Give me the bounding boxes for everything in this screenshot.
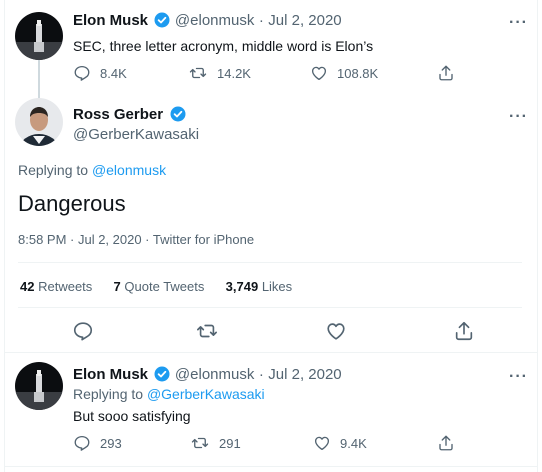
replying-to-link[interactable]: @GerberKawasaki bbox=[147, 386, 265, 402]
reply-header: Elon Musk @elonmusk · Jul 2, 2020 bbox=[73, 366, 342, 387]
reply-icon bbox=[73, 322, 93, 341]
likes-count: 3,749 bbox=[225, 279, 259, 294]
retweet-icon bbox=[191, 437, 209, 449]
separator-dot: · bbox=[258, 12, 264, 29]
reply-button[interactable]: 8.4K bbox=[73, 64, 127, 82]
reply-icon bbox=[74, 435, 90, 451]
more-icon[interactable]: ··· bbox=[509, 109, 528, 125]
retweets-count: 42 bbox=[20, 279, 35, 294]
avatar-ross-gerber[interactable] bbox=[15, 98, 63, 146]
verified-badge-icon bbox=[154, 366, 170, 387]
retweet-count: 291 bbox=[219, 435, 241, 451]
divider bbox=[5, 466, 537, 467]
main-author-name-row: Ross Gerber bbox=[73, 106, 186, 127]
heart-icon bbox=[327, 323, 345, 340]
divider bbox=[5, 352, 537, 353]
avatar-elon-musk[interactable] bbox=[15, 12, 63, 60]
retweet-count: 14.2K bbox=[217, 65, 251, 81]
author-name[interactable]: Ross Gerber bbox=[73, 106, 163, 123]
more-icon[interactable]: ··· bbox=[509, 369, 528, 385]
divider bbox=[18, 262, 522, 263]
verified-badge-icon bbox=[170, 106, 186, 127]
retweet-icon bbox=[197, 324, 217, 338]
reply-count: 8.4K bbox=[100, 65, 127, 81]
avatar-elon-musk[interactable] bbox=[15, 362, 63, 410]
author-handle[interactable]: @elonmusk bbox=[175, 366, 254, 383]
author-name[interactable]: Elon Musk bbox=[73, 12, 148, 29]
divider bbox=[18, 307, 522, 308]
replying-to: Replying to @elonmusk bbox=[18, 162, 166, 178]
retweet-icon bbox=[189, 67, 207, 79]
author-handle[interactable]: @GerberKawasaki bbox=[73, 126, 199, 143]
tweet-text: SEC, three letter acronym, middle word i… bbox=[73, 38, 374, 54]
author-handle[interactable]: @elonmusk bbox=[175, 12, 254, 29]
engagement-stats: 42 Retweets 7 Quote Tweets 3,749 Likes bbox=[20, 279, 292, 294]
quotes-label: Quote Tweets bbox=[124, 279, 205, 294]
like-button[interactable]: 108.8K bbox=[310, 64, 378, 82]
share-icon bbox=[439, 435, 453, 451]
more-icon[interactable]: ··· bbox=[509, 15, 528, 31]
like-button[interactable]: 9.4K bbox=[313, 434, 367, 452]
retweet-button[interactable] bbox=[195, 320, 228, 342]
tweet-timestamp[interactable]: 8:58 PM · Jul 2, 2020 · Twitter for iPho… bbox=[18, 232, 254, 247]
author-name[interactable]: Elon Musk bbox=[73, 366, 148, 383]
reply-count: 293 bbox=[100, 435, 122, 451]
share-button[interactable] bbox=[437, 434, 464, 452]
tweet-date[interactable]: Jul 2, 2020 bbox=[268, 12, 341, 29]
retweet-button[interactable]: 14.2K bbox=[188, 64, 251, 82]
replying-to: Replying to @GerberKawasaki bbox=[73, 386, 265, 402]
quote-tweets-stat[interactable]: 7 Quote Tweets bbox=[114, 279, 208, 294]
like-count: 9.4K bbox=[340, 435, 367, 451]
like-button[interactable] bbox=[325, 320, 356, 342]
separator-dot: · bbox=[258, 366, 264, 383]
share-button[interactable] bbox=[437, 64, 464, 82]
tweet1-header: Elon Musk @elonmusk · Jul 2, 2020 bbox=[73, 12, 342, 33]
likes-stat[interactable]: 3,749 Likes bbox=[226, 279, 293, 294]
quotes-count: 7 bbox=[113, 279, 121, 294]
thread-connector bbox=[38, 60, 40, 98]
main-tweet-text: Dangerous bbox=[18, 191, 126, 216]
heart-icon bbox=[311, 66, 327, 81]
likes-label: Likes bbox=[261, 279, 293, 294]
share-icon bbox=[439, 65, 453, 81]
share-button[interactable] bbox=[453, 320, 484, 342]
heart-icon bbox=[314, 436, 330, 451]
reply-button[interactable]: 293 bbox=[73, 434, 122, 452]
tweet-text: But sooo satisfying bbox=[73, 408, 191, 424]
retweet-button[interactable]: 291 bbox=[190, 434, 241, 452]
like-count: 108.8K bbox=[337, 65, 379, 81]
reply-button[interactable] bbox=[72, 320, 103, 342]
replying-to-link[interactable]: @elonmusk bbox=[92, 162, 166, 178]
retweets-stat[interactable]: 42 Retweets bbox=[20, 279, 96, 294]
reply-icon bbox=[74, 65, 90, 81]
tweet-date[interactable]: Jul 2, 2020 bbox=[268, 366, 341, 383]
retweets-label: Retweets bbox=[38, 279, 93, 294]
share-icon bbox=[455, 321, 473, 341]
replying-prefix: Replying to bbox=[18, 162, 89, 178]
verified-badge-icon bbox=[154, 12, 170, 33]
replying-prefix: Replying to bbox=[73, 386, 144, 402]
